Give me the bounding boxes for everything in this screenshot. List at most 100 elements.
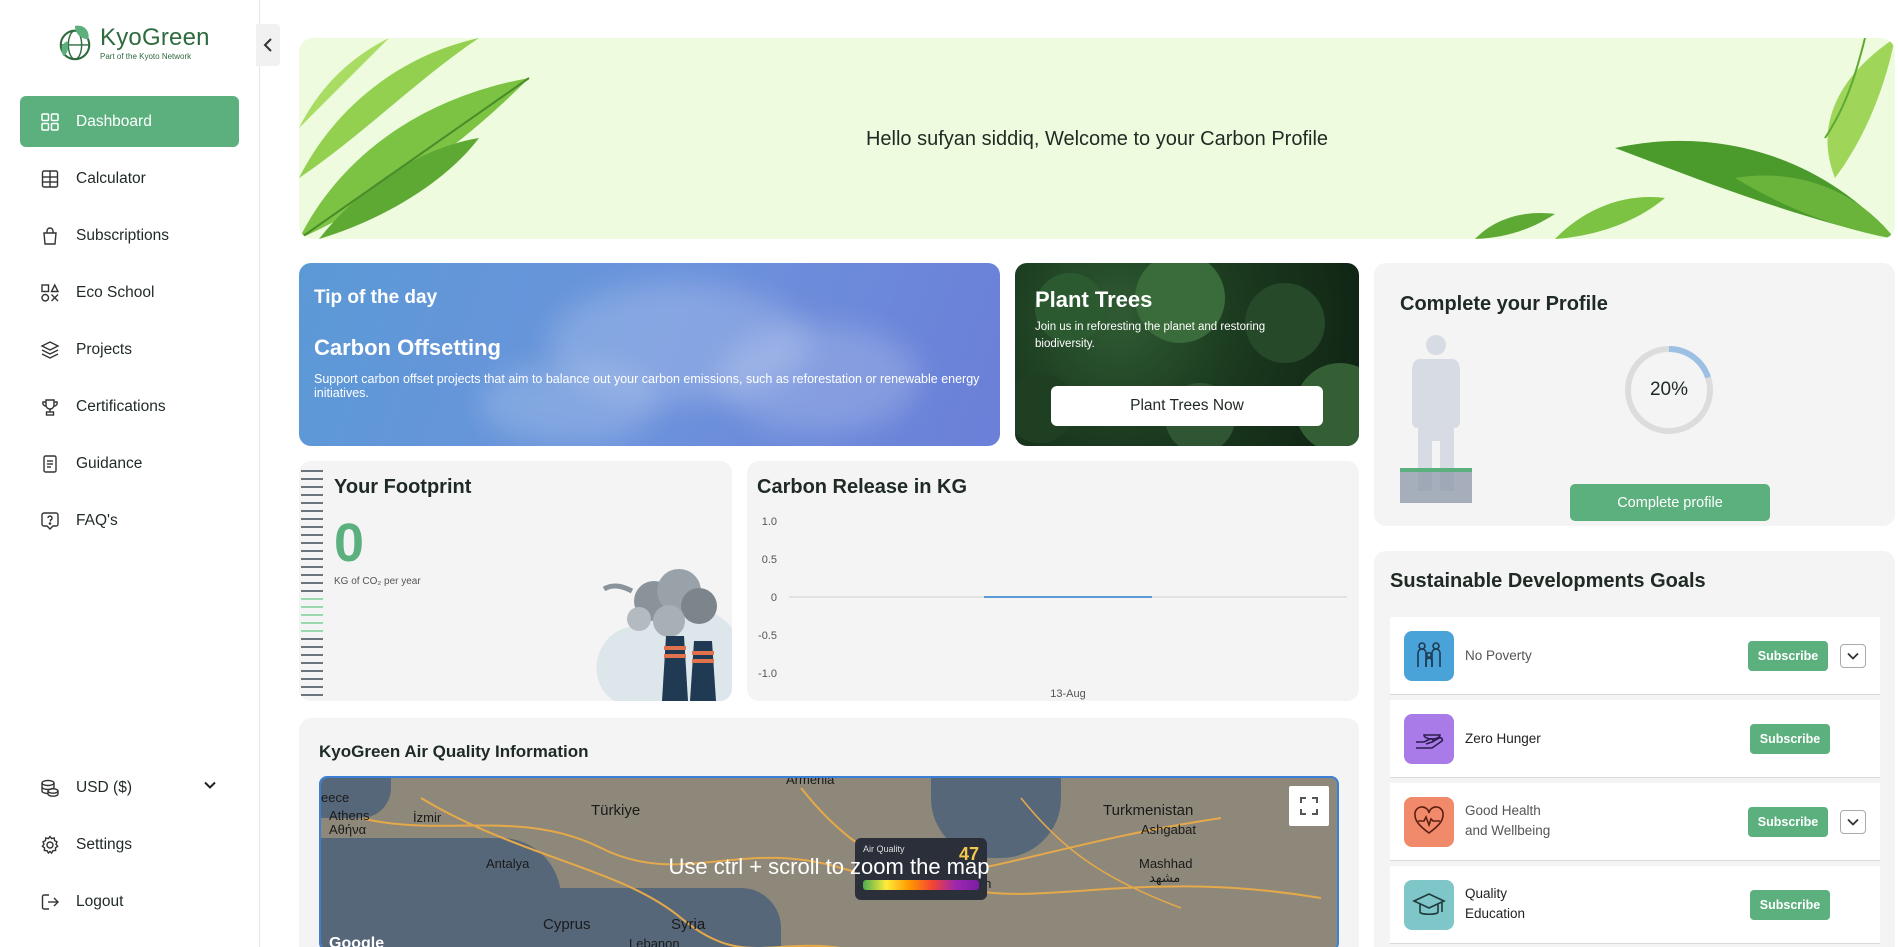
carbon-release-chart-card: 1.0 0.5 0 -0.5 -1.0 13-Aug Carbon Release in … [747, 461, 1359, 701]
map-zoom-hint: Use ctrl + scroll to zoom the map [668, 854, 990, 879]
sidebar-item-certifications[interactable]: Certifications [20, 381, 239, 432]
chevron-left-icon [263, 38, 272, 52]
question-icon [40, 511, 60, 531]
map-place-label: Lebanon [629, 936, 680, 947]
map-place-label: İzmir [413, 810, 442, 825]
y-tick-label: 0.5 [762, 554, 777, 566]
air-quality-widget-label: Air Quality [863, 844, 905, 854]
bowl-hand-icon [1404, 714, 1454, 764]
logout-link[interactable]: Logout [20, 876, 239, 927]
globe-leaf-icon [59, 25, 91, 61]
graduation-cap-icon [1404, 880, 1454, 930]
sidebar-item-dashboard[interactable]: Dashboard [20, 96, 239, 147]
y-tick-label: 0 [771, 592, 777, 604]
map-place-label: eece [321, 790, 350, 805]
brand-name: KyoGreen [100, 23, 210, 51]
sidebar-item-label: Eco School [76, 283, 155, 301]
sdg-expand-toggle[interactable] [1840, 644, 1866, 668]
footprint-card: Your Footprint 0 KG of CO₂ per year [299, 461, 732, 701]
map-place-label: Athens [329, 808, 370, 823]
sidebar-item-guidance[interactable]: Guidance [20, 438, 239, 489]
sdg-label-line1: Good Health [1465, 803, 1541, 818]
map-place-label: Syria [671, 916, 706, 933]
sdg-row-zero-hunger: Zero Hunger Subscribe [1390, 700, 1880, 778]
sdg-card: Sustainable Developments Goals No Povert… [1374, 551, 1895, 947]
plant-trees-card: Plant Trees Join us in reforesting the p… [1015, 263, 1359, 446]
currency-label: USD ($) [76, 778, 132, 796]
profile-progress-label: 20% [1649, 379, 1689, 400]
chart-title: Carbon Release in KG [757, 476, 968, 498]
air-quality-map[interactable]: eece Athens Αθήνα İzmir Türkiye Antalya … [319, 776, 1339, 947]
layers-icon [40, 340, 60, 360]
sidebar-item-label: Certifications [76, 397, 166, 415]
sdg-title: Sustainable Developments Goals [1390, 570, 1706, 592]
profile-card-title: Complete your Profile [1400, 293, 1608, 315]
brand-tagline: Part of the Kyoto Network [100, 51, 192, 61]
tip-body: Support carbon offset projects that aim … [314, 372, 980, 400]
map-place-label: Ashgabat [1141, 822, 1196, 837]
sidebar-item-subscriptions[interactable]: Subscriptions [20, 210, 239, 261]
sidebar-item-label: FAQ's [76, 511, 118, 529]
chevron-down-icon [1847, 652, 1859, 660]
y-tick-label: -1.0 [758, 668, 777, 680]
air-quality-scale [863, 880, 979, 890]
sdg-label: Zero Hunger [1465, 731, 1541, 746]
subscribe-button[interactable]: Subscribe [1748, 807, 1828, 837]
sidebar-item-label: Dashboard [76, 112, 152, 130]
settings-label: Settings [76, 835, 133, 853]
chevron-down-icon [1847, 818, 1859, 826]
air-quality-title: KyoGreen Air Quality Information [319, 742, 589, 761]
footprint-unit: KG of CO₂ per year [334, 576, 421, 587]
plant-trees-now-button[interactable]: Plant Trees Now [1051, 386, 1323, 426]
tip-label: Tip of the day [314, 287, 438, 308]
currency-select[interactable]: USD ($) [20, 762, 239, 813]
shopping-bag-icon [40, 226, 60, 246]
calculator-icon [40, 169, 60, 189]
sidebar-item-label: Subscriptions [76, 226, 170, 244]
gear-icon [40, 834, 60, 855]
sidebar-collapse-button[interactable] [256, 24, 280, 66]
complete-profile-button[interactable]: Complete profile [1570, 484, 1770, 521]
factory-smoke-illustration [596, 569, 732, 701]
sdg-label: No Poverty [1465, 648, 1532, 663]
fullscreen-icon [1300, 797, 1318, 815]
family-icon [1404, 631, 1454, 681]
sidebar-item-label: Projects [76, 340, 132, 358]
subscribe-button[interactable]: Subscribe [1750, 724, 1830, 754]
sdg-expand-toggle[interactable] [1840, 810, 1866, 834]
y-tick-label: 1.0 [762, 516, 777, 528]
map-place-label: Turkmenistan [1103, 802, 1194, 819]
heart-pulse-icon [1404, 797, 1454, 847]
sidebar-item-projects[interactable]: Projects [20, 324, 239, 375]
sidebar-bottom: USD ($) Settings Logout [20, 762, 239, 933]
map-place-label: Armenia [786, 776, 835, 787]
air-quality-card: KyoGreen Air Quality Information eece At… [299, 718, 1359, 947]
sdg-row-quality-education: Quality Education Subscribe [1390, 866, 1880, 944]
document-icon [40, 454, 60, 474]
map-place-label: Αθήνα [329, 822, 367, 837]
chevron-down-icon [203, 778, 217, 797]
sidebar-item-label: Calculator [76, 169, 146, 187]
sdg-row-no-poverty: No Poverty Subscribe [1390, 617, 1880, 695]
coins-icon [40, 778, 60, 798]
footprint-gauge [301, 470, 323, 696]
plant-trees-title: Plant Trees [1035, 287, 1153, 312]
sidebar-item-label: Guidance [76, 454, 143, 472]
dashboard-icon [40, 112, 60, 132]
sidebar-item-eco-school[interactable]: Eco School [20, 267, 239, 318]
logout-label: Logout [76, 892, 124, 910]
welcome-message: Hello sufyan siddiq, Welcome to your Car… [865, 128, 1329, 150]
map-fullscreen-button[interactable] [1289, 786, 1329, 826]
tip-title: Carbon Offsetting [314, 335, 501, 360]
sidebar-item-faqs[interactable]: FAQ's [20, 495, 239, 546]
map-place-label: Cyprus [543, 916, 591, 933]
map-place-label: Türkiye [591, 802, 641, 819]
settings-link[interactable]: Settings [20, 819, 239, 870]
brand-logo[interactable]: KyoGreen Part of the Kyoto Network [56, 22, 210, 64]
plant-trees-body: Join us in reforesting the planet and re… [1035, 321, 1266, 350]
sdg-label-line2: Education [1465, 906, 1526, 921]
x-tick-label: 13-Aug [1050, 688, 1085, 700]
subscribe-button[interactable]: Subscribe [1748, 641, 1828, 671]
subscribe-button[interactable]: Subscribe [1750, 890, 1830, 920]
sidebar-item-calculator[interactable]: Calculator [20, 153, 239, 204]
